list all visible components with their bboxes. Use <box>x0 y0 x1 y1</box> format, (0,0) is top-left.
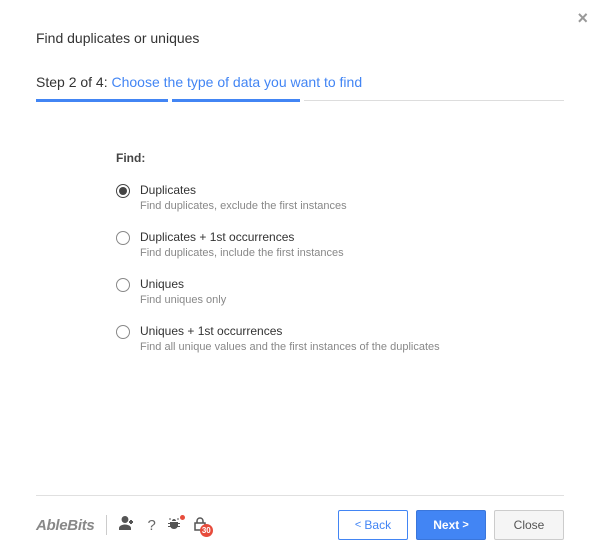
form-area: Find: Duplicates Find duplicates, exclud… <box>36 151 564 353</box>
divider <box>106 515 107 535</box>
radio-uniques[interactable]: Uniques Find uniques only <box>116 277 564 306</box>
back-label: Back <box>364 518 391 532</box>
progress-bar <box>36 100 564 101</box>
close-icon[interactable]: × <box>577 8 588 29</box>
radio-desc: Find duplicates, exclude the first insta… <box>140 200 347 212</box>
radio-label: Uniques + 1st occurrences <box>140 324 440 338</box>
next-label: Next <box>433 518 459 532</box>
step-prefix: Step 2 of 4: <box>36 74 112 90</box>
trial-badge: 30 <box>200 524 213 537</box>
close-label: Close <box>514 518 545 532</box>
radio-icon <box>116 231 130 245</box>
page-title: Find duplicates or uniques <box>36 30 564 46</box>
radio-label: Uniques <box>140 277 226 291</box>
bug-icon[interactable] <box>166 515 182 535</box>
footer: AbleBits ? 30 < Back Next > Close <box>36 495 564 540</box>
close-button[interactable]: Close <box>494 510 564 540</box>
radio-icon <box>116 184 130 198</box>
radio-desc: Find duplicates, include the first insta… <box>140 247 344 259</box>
footer-right: < Back Next > Close <box>338 510 564 540</box>
user-icon[interactable] <box>119 515 137 535</box>
radio-label: Duplicates + 1st occurrences <box>140 230 344 244</box>
next-button[interactable]: Next > <box>416 510 486 540</box>
step-heading: Step 2 of 4: Choose the type of data you… <box>36 74 564 90</box>
radio-duplicates[interactable]: Duplicates Find duplicates, exclude the … <box>116 183 564 212</box>
radio-icon <box>116 325 130 339</box>
radio-duplicates-first[interactable]: Duplicates + 1st occurrences Find duplic… <box>116 230 564 259</box>
chevron-left-icon: < <box>355 519 364 531</box>
trial-icon[interactable]: 30 <box>192 516 208 535</box>
step-instruction: Choose the type of data you want to find <box>112 74 363 90</box>
dialog-body: Find duplicates or uniques Step 2 of 4: … <box>0 0 600 353</box>
radio-desc: Find uniques only <box>140 294 226 306</box>
radio-label: Duplicates <box>140 183 347 197</box>
find-label: Find: <box>116 151 564 165</box>
help-icon[interactable]: ? <box>147 517 155 534</box>
radio-icon <box>116 278 130 292</box>
radio-uniques-first[interactable]: Uniques + 1st occurrences Find all uniqu… <box>116 324 564 353</box>
radio-desc: Find all unique values and the first ins… <box>140 341 440 353</box>
logo: AbleBits <box>36 517 94 534</box>
back-button[interactable]: < Back <box>338 510 408 540</box>
radio-group: Duplicates Find duplicates, exclude the … <box>116 183 564 353</box>
footer-left: AbleBits ? 30 <box>36 515 208 535</box>
chevron-right-icon: > <box>459 519 468 531</box>
